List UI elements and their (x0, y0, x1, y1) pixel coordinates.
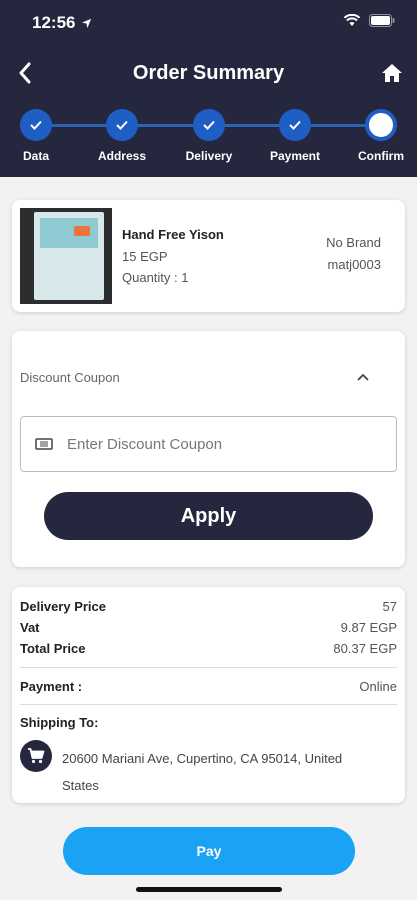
check-icon (279, 109, 311, 141)
step-label: Address (97, 149, 147, 163)
step-delivery: Delivery (164, 109, 254, 163)
home-button[interactable] (379, 60, 405, 86)
step-label: Payment (269, 149, 321, 163)
app-header: 12:56 Order Summary Data Address Deliver… (0, 0, 417, 177)
status-bar-icons (343, 14, 395, 27)
pay-button[interactable]: Pay (63, 827, 355, 875)
total-price-row: Total Price 80.37 EGP (20, 641, 397, 656)
delivery-price-row: Delivery Price 57 (20, 599, 397, 614)
apply-button[interactable]: Apply (44, 492, 373, 540)
product-image (20, 208, 112, 304)
divider (20, 704, 397, 705)
product-quantity: Quantity : 1 (122, 270, 189, 285)
battery-icon (369, 14, 395, 27)
coupon-card: Discount Coupon Apply (12, 331, 405, 567)
current-step-indicator (365, 109, 397, 141)
home-icon (382, 64, 402, 82)
payment-row: Payment : Online (20, 679, 397, 694)
total-price-label: Total Price (20, 641, 86, 656)
coupon-input-wrapper (20, 416, 397, 472)
product-code: matj0003 (327, 257, 381, 272)
coupon-collapse-toggle[interactable] (355, 369, 371, 385)
product-brand: No Brand (326, 235, 381, 250)
total-price-value: 80.37 EGP (333, 641, 397, 656)
step-label: Confirm (358, 149, 404, 163)
payment-value: Online (359, 679, 397, 694)
cart-icon (20, 740, 52, 772)
chevron-up-icon (357, 373, 369, 381)
payment-label: Payment : (20, 679, 83, 694)
delivery-price-label: Delivery Price (20, 599, 107, 614)
shipping-label: Shipping To: (20, 715, 99, 730)
coupon-input[interactable] (67, 435, 396, 453)
divider (20, 667, 397, 668)
page-title: Order Summary (132, 62, 285, 84)
step-label: Data (22, 149, 49, 163)
vat-value: 9.87 EGP (340, 620, 397, 635)
product-card: Hand Free Yison 15 EGP Quantity : 1 No B… (12, 200, 405, 312)
step-payment: Payment (250, 109, 340, 163)
delivery-price-value: 57 (382, 599, 397, 614)
step-address: Address (77, 109, 167, 163)
step-data: Data (0, 109, 81, 163)
product-price: 15 EGP (122, 249, 168, 264)
wifi-icon (343, 14, 361, 26)
location-arrow-icon (82, 18, 92, 28)
order-summary-card: Delivery Price 57 Vat 9.87 EGP Total Pri… (12, 587, 405, 803)
step-label: Delivery (185, 149, 233, 163)
vat-row: Vat 9.87 EGP (20, 620, 397, 635)
ticket-icon (35, 438, 53, 450)
home-indicator (136, 887, 282, 892)
check-icon (20, 109, 52, 141)
coupon-title: Discount Coupon (20, 370, 120, 385)
check-icon (106, 109, 138, 141)
shipping-address: 20600 Mariani Ave, Cupertino, CA 95014, … (62, 751, 343, 793)
check-icon (193, 109, 225, 141)
product-name: Hand Free Yison (122, 227, 224, 242)
status-bar-time: 12:56 (32, 13, 92, 33)
step-confirm: Confirm (336, 109, 417, 163)
vat-label: Vat (20, 620, 40, 635)
